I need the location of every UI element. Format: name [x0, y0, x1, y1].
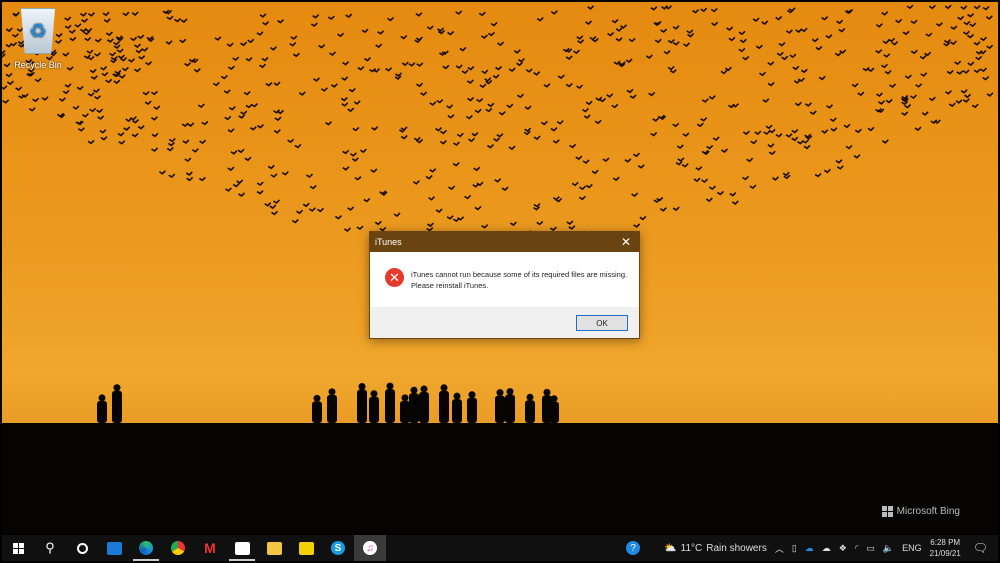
- close-button[interactable]: ✕: [613, 232, 639, 252]
- onedrive-icon[interactable]: ☁: [805, 543, 814, 554]
- help-icon[interactable]: ?: [626, 541, 641, 555]
- store-icon: [234, 541, 250, 555]
- start-button[interactable]: [2, 535, 34, 561]
- system-tray: ? ⛅ 11°C Rain showers ︿ ▯ ☁ ☁ ❖ ◜ ▭ 🔈 EN…: [622, 535, 998, 561]
- clock[interactable]: 6:28 PM 21/09/21: [930, 537, 961, 559]
- cortana-icon: [76, 542, 88, 554]
- taskbar-mail[interactable]: [98, 535, 130, 561]
- dialog-title: iTunes: [375, 237, 402, 247]
- weather-condition: Rain showers: [706, 542, 767, 554]
- weather-widget[interactable]: ⛅ 11°C Rain showers: [664, 543, 767, 554]
- dialog-title-bar[interactable]: iTunes ✕: [370, 232, 639, 252]
- language-indicator[interactable]: ENG: [902, 543, 922, 553]
- weather-temp: 11°C: [680, 542, 703, 554]
- dropbox-icon[interactable]: ❖: [839, 543, 847, 554]
- search-icon: ⚲: [45, 540, 55, 555]
- wifi-icon[interactable]: ◜: [855, 543, 859, 554]
- message-line-2: Please reinstall iTunes.: [411, 281, 489, 290]
- weather-cloud-icon: ⛅: [664, 542, 677, 554]
- folder-icon: [266, 541, 282, 555]
- taskbar-store[interactable]: [226, 535, 258, 561]
- message-line-1: iTunes cannot run because some of its re…: [411, 270, 628, 279]
- taskbar-itunes[interactable]: ♫: [354, 535, 386, 561]
- error-message: iTunes cannot run because some of its re…: [411, 268, 627, 291]
- ok-button[interactable]: OK: [576, 315, 628, 331]
- meet-now-icon[interactable]: ▯: [792, 543, 797, 554]
- recycle-bin-label: Recycle Bin: [14, 60, 62, 70]
- bing-watermark-text: Microsoft Bing: [896, 506, 960, 517]
- windows-icon: [12, 542, 24, 554]
- show-hidden-icons-chevron-icon[interactable]: ︿: [775, 542, 784, 555]
- battery-icon[interactable]: ▭: [866, 543, 875, 554]
- recycle-bin[interactable]: ♻ Recycle Bin: [10, 8, 66, 70]
- taskbar-file-explorer[interactable]: [258, 535, 290, 561]
- cloud-sync-icon[interactable]: ☁: [822, 543, 831, 554]
- gmail-icon: M: [204, 540, 216, 556]
- clock-time: 6:28 PM: [930, 538, 961, 547]
- taskbar-chrome[interactable]: [162, 535, 194, 561]
- bing-logo-icon: [881, 506, 893, 517]
- action-center-icon[interactable]: 🗨: [973, 541, 988, 555]
- bing-watermark: Microsoft Bing: [881, 506, 960, 517]
- search-button[interactable]: ⚲: [34, 535, 66, 561]
- sticky-notes-icon: [298, 541, 314, 555]
- edge-icon: [139, 541, 153, 555]
- taskbar-gmail[interactable]: M: [194, 535, 226, 561]
- mail-icon: [106, 541, 122, 555]
- chrome-icon: [171, 541, 185, 555]
- cortana-button[interactable]: [66, 535, 98, 561]
- taskbar: ⚲ M S ♫ ? ⛅ 11°C Rain showers ︿ ▯ ☁ ☁ ❖ …: [2, 535, 998, 561]
- itunes-icon: ♫: [363, 541, 377, 555]
- recycle-bin-icon: ♻: [20, 8, 56, 54]
- error-icon: ✕: [385, 268, 404, 287]
- taskbar-sticky-notes[interactable]: [290, 535, 322, 561]
- volume-icon[interactable]: 🔈: [883, 543, 894, 554]
- skype-icon: S: [331, 541, 345, 555]
- itunes-error-dialog: iTunes ✕ ✕ iTunes cannot run because som…: [369, 231, 640, 339]
- taskbar-skype[interactable]: S: [322, 535, 354, 561]
- clock-date: 21/09/21: [929, 549, 961, 558]
- taskbar-edge[interactable]: [130, 535, 162, 561]
